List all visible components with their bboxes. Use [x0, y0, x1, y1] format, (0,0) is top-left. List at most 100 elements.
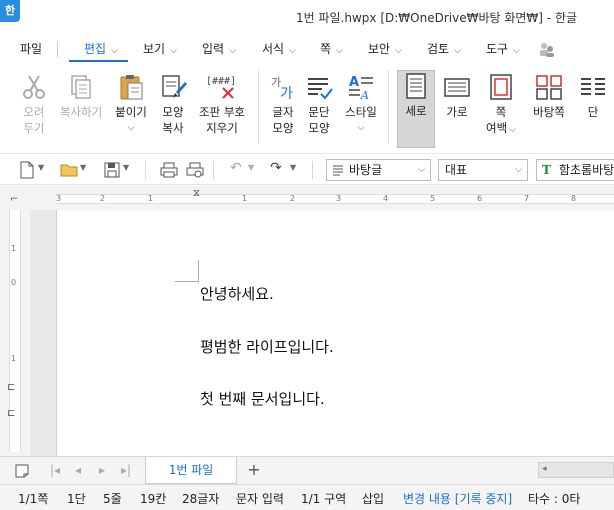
red-x-icon [222, 87, 234, 99]
menu-input[interactable]: 입력 ⌵ [202, 40, 236, 57]
font-select-value: 함초롬바탕 [559, 163, 614, 177]
horizontal-ruler[interactable]: 3 2 1 1 2 3 4 5 6 7 8 ⧖ [30, 186, 614, 210]
menu-page[interactable]: 쪽 ⌵ [320, 40, 343, 57]
status-page[interactable]: 1/1쪽 [18, 490, 48, 507]
menu-format[interactable]: 서식 ⌵ [262, 40, 296, 57]
horizontal-ruler-track [56, 194, 614, 204]
page-margin-label-2: 여백 [486, 121, 508, 135]
clear-format-label-2: 지우기 [206, 121, 238, 135]
style-select[interactable]: 바탕글 ⌵ [326, 159, 431, 181]
tab-document-1[interactable]: 1번 파일 [145, 457, 237, 484]
menu-tools[interactable]: 도구 ⌵ [486, 40, 520, 57]
menu-view[interactable]: 보기 ⌵ [143, 40, 177, 57]
document-area[interactable]: 안녕하세요. 평범한 라이프입니다. 첫 번째 문서입니다. [30, 210, 614, 456]
memo-icon[interactable] [14, 463, 30, 479]
menu-active-indicator [69, 60, 128, 62]
scroll-left-icon[interactable]: ◂ [542, 464, 547, 474]
paragraph[interactable]: 첫 번째 문서입니다. [200, 388, 325, 409]
svg-text:A: A [349, 75, 359, 90]
document-page[interactable]: 안녕하세요. 평범한 라이프입니다. 첫 번째 문서입니다. [56, 210, 614, 456]
toolbar-divider [145, 161, 146, 179]
para-shape-icon [308, 78, 333, 100]
paste-label: 붙이기 [115, 105, 147, 119]
h-ruler-label: 3 [336, 194, 342, 203]
v-ruler-marker[interactable]: ⊏ [7, 382, 15, 393]
paragraph[interactable]: 안녕하세요. [200, 283, 274, 304]
status-track-changes[interactable]: 변경 내용 [기록 중지] [403, 490, 512, 507]
print-preview-icon[interactable] [186, 161, 204, 179]
chevron-down-icon: ⌵ [515, 165, 522, 175]
tab-stop-toggle[interactable]: ⌐ [10, 194, 18, 205]
landscape-page-icon [444, 78, 470, 97]
paragraph[interactable]: 평범한 라이프입니다. [200, 336, 334, 357]
chevron-down-icon[interactable]: ▼ [290, 163, 296, 172]
menu-bar: 파일 편집 ⌵ 보기 ⌵ 입력 ⌵ 서식 ⌵ 쪽 ⌵ 보안 ⌵ 검토 ⌵ 도구 ⌵ [0, 36, 614, 62]
menu-file[interactable]: 파일 [20, 40, 42, 57]
h-ruler-label: 8 [571, 194, 577, 203]
v-ruler-marker[interactable]: ⊏ [7, 408, 15, 419]
app-logo-icon[interactable]: 한 [0, 0, 20, 22]
page-margin-label-1: 쪽 [495, 105, 507, 119]
first-tab-icon[interactable]: |◂ [50, 463, 60, 477]
status-typing-speed: 타수 : 0타 [528, 492, 581, 506]
new-document-icon[interactable] [18, 161, 36, 179]
chevron-down-icon[interactable]: ▼ [248, 163, 254, 172]
chevron-down-icon: ⌵ [229, 46, 236, 56]
undo-icon[interactable]: ↶ [230, 160, 242, 176]
next-tab-icon[interactable]: ▸ [99, 463, 105, 477]
ribbon-divider [388, 70, 389, 144]
paragraph-style-icon [333, 165, 343, 176]
save-disk-icon[interactable] [103, 161, 121, 179]
master-page-button[interactable]: 바탕쪽 [528, 72, 570, 120]
h-ruler-label: 6 [477, 194, 483, 203]
landscape-label: 가로 [446, 105, 468, 119]
menu-edit[interactable]: 편집 ⌵ [84, 40, 118, 57]
add-tab-button[interactable]: + [241, 459, 267, 481]
paste-button[interactable]: 붙이기 ⌵ [110, 72, 152, 136]
redo-icon[interactable]: ↷ [270, 160, 282, 176]
language-select-value: 대표 [445, 163, 468, 177]
chevron-down-icon[interactable]: ▼ [80, 163, 86, 172]
collaboration-icon[interactable] [538, 40, 556, 58]
style-button[interactable]: A A 스타일 ⌵ [340, 72, 382, 136]
menu-divider [57, 41, 58, 57]
paste-clipboard-icon [120, 75, 143, 100]
status-column: 1단 [67, 492, 86, 506]
status-bar: 1/1쪽 1단 5줄 19칸 28글자 문자 입력 1/1 구역 삽입 변경 내… [0, 484, 614, 510]
menu-security[interactable]: 보안 ⌵ [368, 40, 402, 57]
horizontal-scrollbar[interactable]: ◂ [538, 462, 614, 478]
prev-tab-icon[interactable]: ◂ [75, 463, 81, 477]
indent-marker[interactable]: ⧖ [193, 188, 200, 199]
clear-format-marks-button[interactable]: [###] 조판 부호 지우기 [194, 72, 250, 136]
status-input-mode[interactable]: 문자 입력 [236, 490, 284, 507]
vertical-ruler[interactable]: ⌐ 1 0 1 ⊏ ⊏ [0, 186, 30, 456]
page-margin-button[interactable]: 쪽 여백 ⌵ [480, 72, 522, 138]
status-char-col: 19칸 [140, 492, 167, 506]
chevron-down-icon[interactable]: ▼ [38, 163, 44, 172]
para-shape-button[interactable]: 문단 모양 [298, 72, 340, 136]
chevron-down-icon: ⌵ [513, 46, 520, 56]
h-ruler-label: 3 [56, 194, 62, 203]
chevron-down-icon[interactable]: ▼ [123, 163, 129, 172]
status-insert-mode[interactable]: 삽입 [362, 490, 384, 507]
portrait-button[interactable]: 세로 [397, 70, 435, 148]
format-copy-label-2: 복사 [162, 121, 184, 135]
format-painter-button[interactable]: 모양 복사 [152, 72, 194, 136]
v-ruler-label: 0 [11, 278, 17, 287]
style-label: 스타일 [345, 105, 377, 119]
print-icon[interactable] [160, 161, 178, 179]
open-folder-icon[interactable] [60, 161, 78, 179]
landscape-button[interactable]: 가로 [436, 72, 478, 120]
status-line: 5줄 [103, 492, 122, 506]
menu-review[interactable]: 검토 ⌵ [427, 40, 461, 57]
columns-button[interactable]: 단 [576, 72, 610, 120]
title-bar: 한 1번 파일.hwpx [D:₩OneDrive₩바탕 화면₩] - 한글 [0, 0, 614, 36]
last-tab-icon[interactable]: ▸| [121, 463, 131, 477]
scissors-icon [23, 75, 45, 99]
copy-button[interactable]: 복사하기 [56, 72, 106, 120]
font-select[interactable]: T 함초롬바탕 [536, 159, 614, 181]
language-select[interactable]: 대표 ⌵ [438, 159, 528, 181]
svg-text:가: 가 [280, 86, 293, 102]
cut-button[interactable]: 오려 두기 [13, 72, 55, 136]
columns-label: 단 [587, 105, 599, 119]
